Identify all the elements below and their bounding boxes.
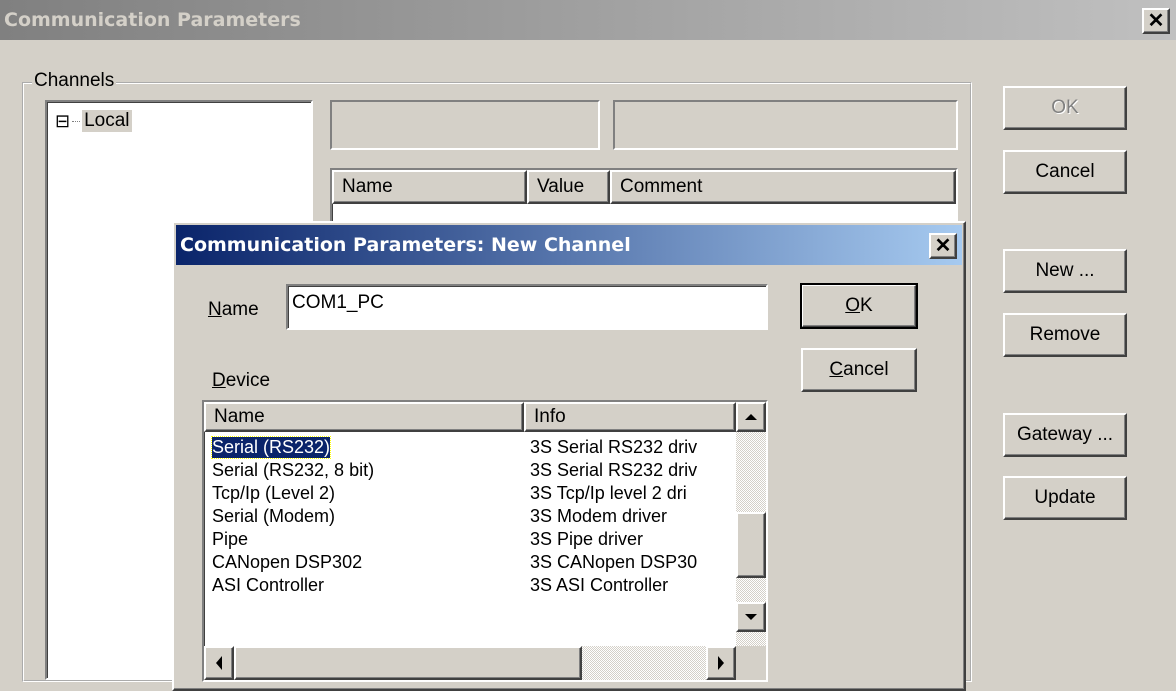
list-item[interactable]: Tcp/Ip (Level 2) 3S Tcp/Ip level 2 dri [210, 483, 730, 506]
device-name: Serial (Modem) [212, 506, 336, 526]
channel-device-box [613, 100, 958, 150]
new-channel-dialog: Communication Parameters: New Channel ✕ … [172, 221, 966, 691]
dialog-title-bar: Communication Parameters: New Channel [176, 225, 962, 265]
down-arrow-icon [745, 614, 757, 620]
device-info: 3S Serial RS232 driv [530, 460, 698, 480]
new-button[interactable]: New ... [1003, 249, 1127, 293]
device-col-name-header[interactable]: Name [204, 402, 524, 432]
scroll-down-button[interactable] [736, 602, 766, 632]
dialog-close-button[interactable]: ✕ [929, 233, 957, 259]
name-input[interactable]: COM1_PC [286, 284, 768, 330]
device-name: Tcp/Ip (Level 2) [212, 483, 336, 503]
close-icon: ✕ [1147, 10, 1165, 32]
horizontal-scroll-thumb[interactable] [234, 646, 582, 680]
list-item[interactable]: Serial (RS232, 8 bit) 3S Serial RS232 dr… [210, 460, 730, 483]
device-info: 3S ASI Controller [530, 575, 669, 595]
main-cancel-button[interactable]: Cancel [1003, 150, 1127, 194]
channels-group-label: Channels [32, 70, 117, 92]
main-ok-button[interactable]: OK [1003, 86, 1127, 130]
name-label: Name [208, 299, 259, 320]
device-name: Serial (RS232) [210, 436, 332, 459]
tree-item-label: Local [82, 110, 132, 132]
device-name: CANopen DSP302 [212, 552, 363, 572]
device-label: Device [212, 370, 271, 391]
device-name: Pipe [212, 529, 249, 549]
dialog-title: Communication Parameters: New Channel [180, 234, 631, 256]
name-input-value: COM1_PC [292, 292, 384, 313]
tree-expander-icon[interactable]: ⊟ [55, 112, 70, 130]
device-info: 3S Tcp/Ip level 2 dri [530, 483, 687, 503]
main-title-bar: Communication Parameters [0, 0, 1176, 40]
device-list[interactable]: Name Info Serial (RS232) 3S Serial RS232… [202, 400, 768, 682]
list-item[interactable]: ASI Controller 3S ASI Controller [210, 575, 730, 598]
remove-button[interactable]: Remove [1003, 313, 1127, 357]
device-info: 3S Serial RS232 driv [530, 437, 698, 457]
scroll-right-button[interactable] [706, 646, 736, 680]
param-col-name-header[interactable]: Name [332, 170, 527, 204]
main-close-button[interactable]: ✕ [1142, 8, 1170, 34]
param-col-comment-header[interactable]: Comment [610, 170, 956, 204]
channel-name-box [330, 100, 600, 150]
device-name: ASI Controller [212, 575, 325, 595]
param-col-value-header[interactable]: Value [527, 170, 610, 204]
list-item[interactable]: Serial (Modem) 3S Modem driver [210, 506, 730, 529]
tree-connector [72, 120, 81, 122]
gateway-button[interactable]: Gateway ... [1003, 413, 1127, 457]
main-title: Communication Parameters [4, 9, 301, 31]
dialog-ok-button[interactable]: OK [800, 283, 918, 329]
device-info: 3S Pipe driver [530, 529, 644, 549]
device-col-info-header[interactable]: Info [524, 402, 736, 432]
scrollbar-corner [736, 646, 766, 680]
dialog-cancel-button[interactable]: Cancel [801, 348, 917, 392]
vertical-scroll-thumb[interactable] [736, 512, 766, 578]
device-name: Serial (RS232, 8 bit) [212, 460, 375, 480]
right-arrow-icon [718, 656, 724, 670]
scroll-left-button[interactable] [204, 646, 234, 680]
device-info: 3S Modem driver [530, 506, 668, 526]
scroll-up-button[interactable] [736, 402, 766, 432]
up-arrow-icon [745, 414, 757, 420]
left-arrow-icon [216, 656, 222, 670]
list-item[interactable]: Serial (RS232) 3S Serial RS232 driv [210, 436, 730, 460]
list-item[interactable]: CANopen DSP302 3S CANopen DSP30 [210, 552, 730, 575]
update-button[interactable]: Update [1003, 476, 1127, 520]
close-icon: ✕ [934, 235, 952, 257]
tree-item-local[interactable]: ⊟ Local [55, 110, 132, 132]
list-item[interactable]: Pipe 3S Pipe driver [210, 529, 730, 552]
device-info: 3S CANopen DSP30 [530, 552, 698, 572]
